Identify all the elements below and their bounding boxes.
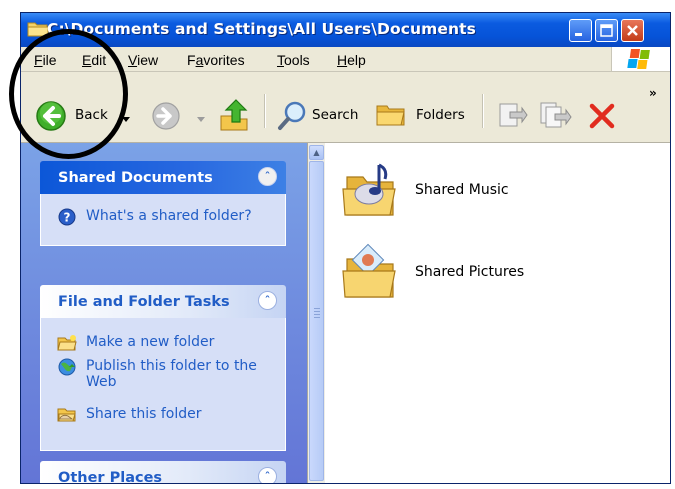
scroll-up-arrow-icon[interactable]: ▲ xyxy=(309,145,324,160)
menu-help-label: elp xyxy=(347,52,366,68)
menu-help[interactable]: Help xyxy=(337,52,366,68)
file-folder-tasks-title: File and Folder Tasks xyxy=(58,294,230,310)
close-icon xyxy=(627,25,638,36)
maximize-button[interactable] xyxy=(595,19,618,42)
other-places-title: Other Places xyxy=(58,470,163,484)
collapse-chevron-icon[interactable]: ˆ xyxy=(258,167,277,186)
windows-logo xyxy=(611,47,670,71)
shared-music-folder-icon xyxy=(342,163,396,216)
folders-button[interactable]: Folders xyxy=(374,98,470,134)
publish-web-icon xyxy=(58,358,76,376)
up-folder-icon[interactable] xyxy=(218,96,252,132)
move-to-icon[interactable] xyxy=(496,100,528,132)
menu-favorites[interactable]: Favorites xyxy=(187,52,245,68)
file-folder-tasks-header[interactable]: File and Folder Tasks ˆ xyxy=(40,285,286,318)
task-pane: Shared Documents ˆ ? What's a shared fol… xyxy=(21,143,307,483)
menu-favorites-pre: F xyxy=(187,52,196,68)
menu-tools-label: ools xyxy=(284,52,310,68)
make-new-folder-link[interactable]: Make a new folder xyxy=(57,334,214,352)
minimize-icon xyxy=(575,33,582,36)
menu-help-accel: H xyxy=(337,52,348,68)
shared-documents-title: Shared Documents xyxy=(58,170,213,186)
shared-pictures-folder-icon xyxy=(342,243,396,298)
forward-dropdown-icon[interactable] xyxy=(196,116,206,124)
maximize-icon xyxy=(600,24,613,37)
new-folder-icon xyxy=(57,335,77,351)
file-folder-tasks-body: Make a new folder Publish this folder to… xyxy=(40,318,286,451)
scroll-grip xyxy=(314,314,320,315)
help-icon: ? xyxy=(58,208,76,226)
task-pane-scrollbar[interactable]: ▲ xyxy=(307,143,325,483)
other-places-header[interactable]: Other Places ˆ xyxy=(40,461,286,484)
toolbar-overflow-chevron[interactable]: » xyxy=(649,86,657,100)
menu-favorites-label: vorites xyxy=(203,52,245,68)
menu-view-label: iew xyxy=(137,52,159,68)
search-label: Search xyxy=(312,107,359,123)
annotation-circle xyxy=(9,29,128,159)
folder-contents: Shared Music Shared Pictures xyxy=(325,143,670,483)
publish-folder-web-label: Publish this folder to the Web xyxy=(86,358,257,390)
collapse-chevron-icon[interactable]: ˆ xyxy=(258,467,277,483)
windows-flag-icon xyxy=(627,49,650,69)
make-new-folder-label: Make a new folder xyxy=(86,334,215,350)
menu-tools-accel: T xyxy=(277,52,284,68)
scroll-grip xyxy=(314,308,320,309)
whats-shared-folder-link[interactable]: ? What's a shared folder? xyxy=(57,208,252,226)
toolbar-separator xyxy=(264,94,266,128)
publish-folder-web-link[interactable]: Publish this folder to the Web xyxy=(57,358,257,390)
title-bar[interactable]: C:\Documents and Settings\All Users\Docu… xyxy=(21,13,670,47)
shared-documents-body: ? What's a shared folder? xyxy=(40,194,286,246)
collapse-chevron-icon[interactable]: ˆ xyxy=(258,291,277,310)
copy-to-icon[interactable] xyxy=(538,100,572,132)
scroll-grip xyxy=(314,311,320,312)
other-places-panel: Other Places ˆ xyxy=(40,461,286,484)
folders-label: Folders xyxy=(416,107,465,123)
search-button[interactable]: Search xyxy=(276,98,358,134)
whats-shared-folder-label: What's a shared folder? xyxy=(86,208,252,224)
folders-icon xyxy=(376,105,405,126)
shared-pictures-item[interactable]: Shared Pictures xyxy=(339,243,524,301)
svg-text:?: ? xyxy=(64,211,71,225)
scroll-thumb[interactable] xyxy=(309,161,324,481)
shared-music-label: Shared Music xyxy=(415,182,509,198)
forward-arrow-icon[interactable] xyxy=(151,101,181,131)
minimize-button[interactable] xyxy=(569,19,592,42)
shared-documents-header[interactable]: Shared Documents ˆ xyxy=(40,161,286,194)
share-folder-link[interactable]: Share this folder xyxy=(57,406,202,424)
shared-music-item[interactable]: Shared Music xyxy=(339,161,509,219)
scroll-grip xyxy=(314,317,320,318)
menu-view-accel: V xyxy=(128,52,138,68)
toolbar-separator xyxy=(482,94,484,128)
menu-view[interactable]: View xyxy=(128,52,158,68)
delete-icon[interactable] xyxy=(587,101,617,131)
file-folder-tasks-panel: File and Folder Tasks ˆ Make a new folde… xyxy=(40,285,286,451)
share-folder-label: Share this folder xyxy=(86,406,202,422)
search-icon xyxy=(278,101,306,130)
close-button[interactable] xyxy=(621,19,644,42)
menu-tools[interactable]: Tools xyxy=(277,52,310,68)
shared-documents-panel: Shared Documents ˆ ? What's a shared fol… xyxy=(40,161,286,246)
window-title: C:\Documents and Settings\All Users\Docu… xyxy=(47,20,476,38)
shared-pictures-label: Shared Pictures xyxy=(415,264,525,280)
share-folder-icon xyxy=(57,408,76,422)
